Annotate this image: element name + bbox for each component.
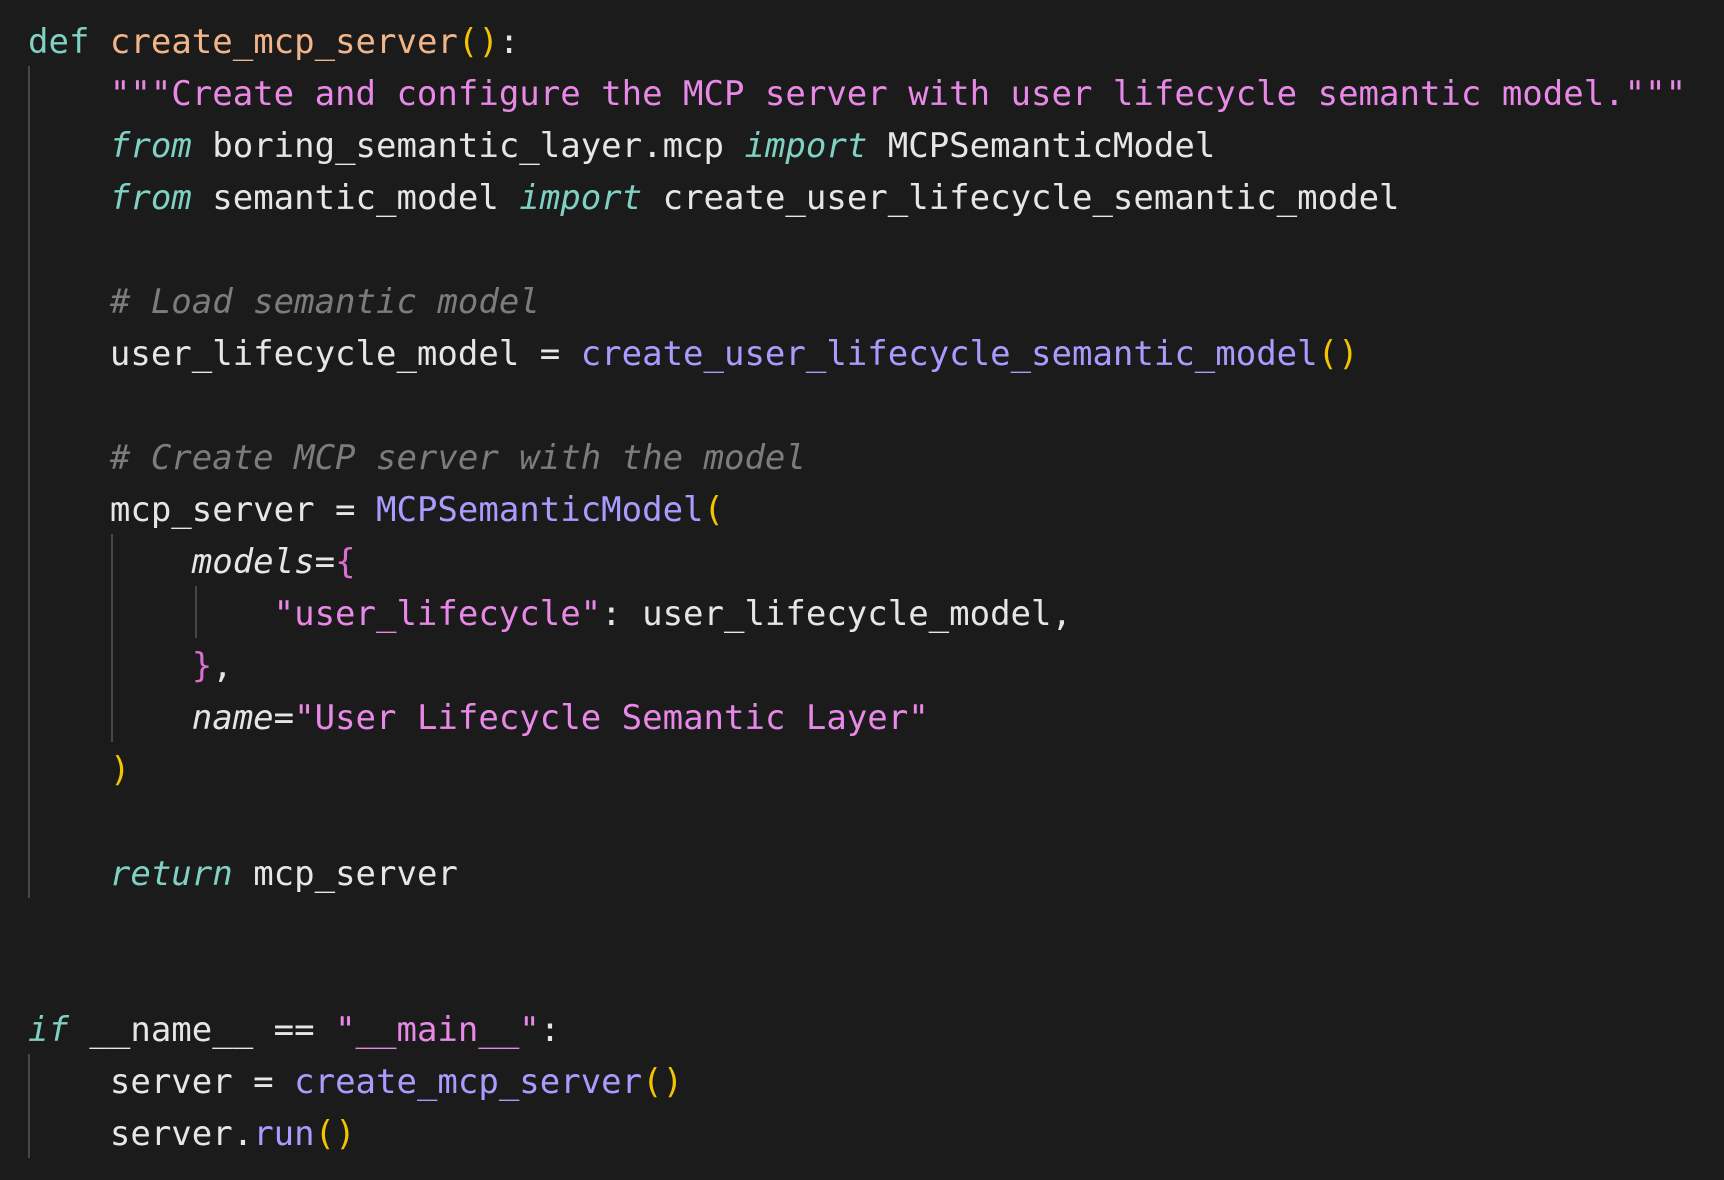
string-literal: "__main__" (335, 1010, 540, 1050)
code-line-11[interactable]: models={ (28, 536, 356, 588)
assignment-target: user_lifecycle_model = (109, 334, 581, 374)
keyword-import: import (744, 126, 868, 166)
comment: # Load semantic model (109, 282, 540, 322)
code-line-21[interactable]: server = create_mcp_server() (28, 1056, 683, 1108)
code-editor[interactable]: def create_mcp_server(): """Create and c… (0, 0, 1724, 1180)
keyword-def: def (28, 22, 90, 62)
paren: () (1317, 334, 1359, 374)
import-name: create_user_lifecycle_semantic_model (642, 178, 1400, 218)
paren: () (457, 22, 499, 62)
docstring: """Create and configure the MCP server w… (109, 74, 1687, 114)
keyword-argument: models (191, 542, 315, 582)
code-line-7[interactable]: user_lifecycle_model = create_user_lifec… (28, 328, 1359, 380)
import-name: MCPSemanticModel (867, 126, 1216, 166)
dict-key: "user_lifecycle" (273, 594, 602, 634)
paren: () (314, 1114, 356, 1154)
function-name: create_mcp_server (109, 22, 458, 62)
code-line-6[interactable]: # Load semantic model (28, 276, 540, 328)
object-name: server. (109, 1114, 254, 1154)
method-call: run (253, 1114, 315, 1154)
function-call: create_user_lifecycle_semantic_model (580, 334, 1318, 374)
keyword-from: from (109, 126, 192, 166)
paren: () (642, 1062, 684, 1102)
keyword-argument: name (191, 698, 274, 738)
code-line-9[interactable]: # Create MCP server with the model (28, 432, 806, 484)
brace: { (335, 542, 356, 582)
paren: ) (109, 750, 131, 790)
code-line-4[interactable]: from semantic_model import create_user_l… (28, 172, 1400, 224)
code-line-15[interactable]: ) (28, 744, 130, 796)
module-name: semantic_model (191, 178, 520, 218)
assignment-target: server = (109, 1062, 295, 1102)
code-line-14[interactable]: name="User Lifecycle Semantic Layer" (28, 692, 929, 744)
code-line-17[interactable]: return mcp_server (28, 848, 458, 900)
comment: # Create MCP server with the model (109, 438, 806, 478)
paren: ( (703, 490, 724, 530)
brace: } (191, 646, 213, 686)
assignment-target: mcp_server = (109, 490, 376, 530)
code-line-22[interactable]: server.run() (28, 1108, 356, 1160)
code-line-3[interactable]: from boring_semantic_layer.mcp import MC… (28, 120, 1215, 172)
code-line-2[interactable]: """Create and configure the MCP server w… (28, 68, 1686, 120)
string-literal: "User Lifecycle Semantic Layer" (294, 698, 929, 738)
module-name: boring_semantic_layer.mcp (191, 126, 745, 166)
code-line-10[interactable]: mcp_server = MCPSemanticModel( (28, 484, 724, 536)
keyword-from: from (109, 178, 192, 218)
class-call: MCPSemanticModel (376, 490, 704, 530)
code-line-13[interactable]: }, (28, 640, 233, 692)
code-line-20[interactable]: if __name__ == "__main__": (28, 1004, 560, 1056)
function-call: create_mcp_server (294, 1062, 643, 1102)
code-line-12[interactable]: "user_lifecycle": user_lifecycle_model, (28, 588, 1072, 640)
keyword-return: return (109, 854, 233, 894)
keyword-import: import (519, 178, 643, 218)
keyword-if: if (28, 1010, 69, 1050)
code-line-1[interactable]: def create_mcp_server(): (28, 16, 519, 68)
